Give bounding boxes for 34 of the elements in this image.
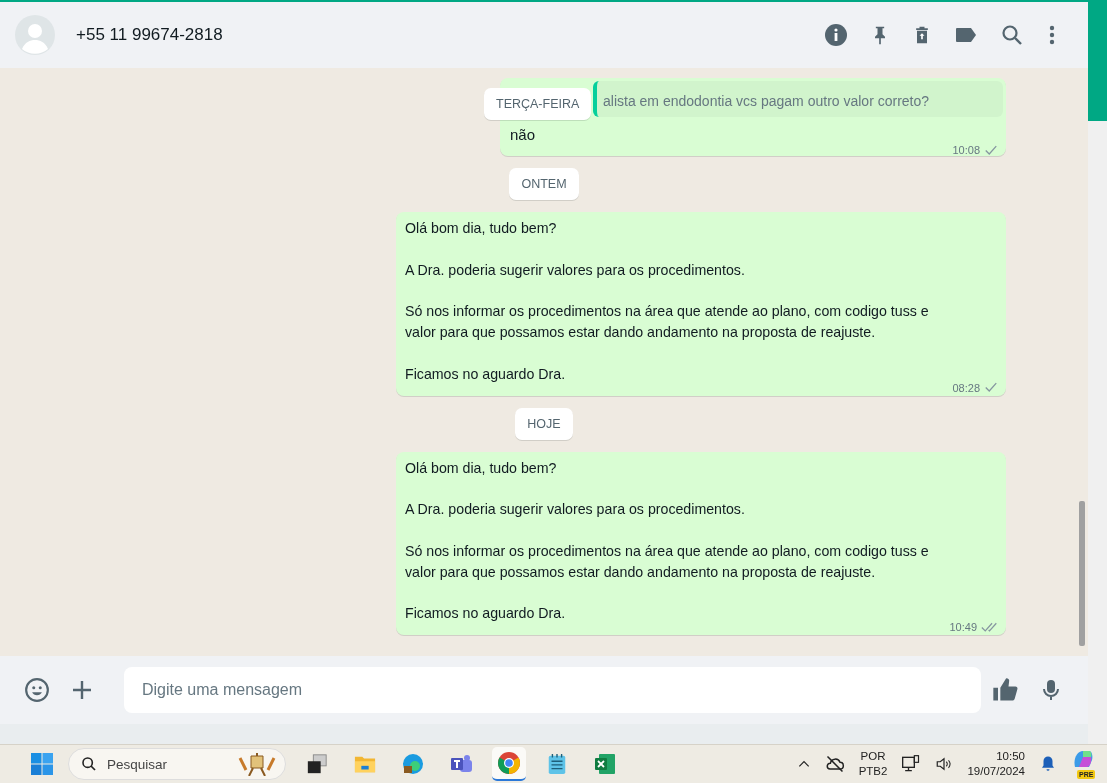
info-icon[interactable] [824,23,848,47]
clock[interactable]: 10:50 19/07/2024 [967,749,1025,779]
message-time: 10:08 [952,144,980,157]
message-text: Olá bom dia, tudo bem? A Dra. poderia sugerir valores para os procedimentos. Só nos informar os procedimentos na área que atende ao plano, com codigo tuss e valor para que possamos estar dando andamento na proposta de reajuste. Ficamos no aguardo Dra. [405,458,930,624]
contact-name[interactable]: +55 11 99674-2818 [76,25,223,45]
message-input[interactable]: Digite uma mensagem [124,667,981,713]
search-icon[interactable] [1000,23,1024,47]
chrome-app-icon[interactable] [492,747,526,781]
clock-date: 19/07/2024 [967,764,1025,779]
message-time: 10:49 [949,621,977,633]
taskbar-search[interactable]: Pesquisar [68,748,286,780]
message-text: não [510,125,536,146]
message-time: 08:28 [952,381,980,394]
input-language[interactable]: POR PTB2 [858,749,888,779]
quoted-message[interactable]: alista em endodontia vcs pagam outro valor correto? [593,81,1003,118]
search-placeholder: Pesquisar [107,756,168,772]
clock-time: 10:50 [996,749,1025,764]
date-chip: TERÇA-FEIRA [484,88,592,121]
plus-icon[interactable] [70,678,94,702]
search-icon [81,756,97,772]
cloud-off-icon[interactable] [824,754,845,774]
network-icon[interactable] [901,754,922,774]
windows-start-icon[interactable] [30,752,54,776]
bell-icon[interactable] [1039,755,1057,773]
message-text: Olá bom dia, tudo bem? A Dra. poderia sugerir valores para os procedimentos. Só nos informar os procedimentos na área que atende ao plano, com codigo tuss e valor para que possamos estar dando andamento na proposta de reajuste. Ficamos no aguardo Dra. [405,219,930,384]
date-chip: HOJE [515,407,573,440]
scrollbar-thumb[interactable] [1079,501,1085,646]
keyboard-layout: PTB2 [858,764,888,779]
date-chip: ONTEM [509,168,579,201]
speaker-icon[interactable] [935,755,954,773]
language-code: POR [860,749,886,764]
emoji-icon[interactable] [24,677,50,703]
quoted-text: alista em endodontia vcs pagam outro valor correto? [603,93,930,110]
thumbs-up-icon[interactable] [991,676,1019,704]
